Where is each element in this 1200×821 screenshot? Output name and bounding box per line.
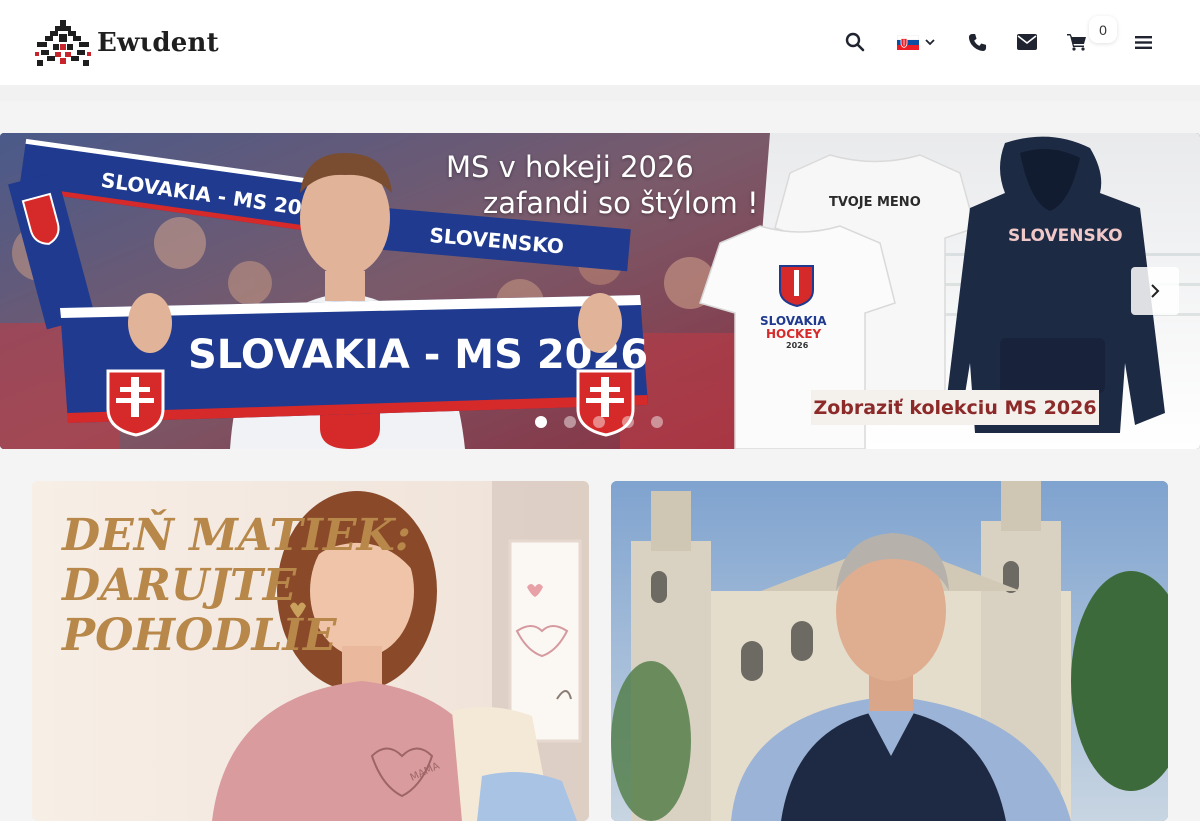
logo-text: Ewιdent xyxy=(97,28,219,58)
mothers-day-banner[interactable]: MAMA DEŇ MATIEK: DARUJTE POHODLIE xyxy=(32,481,589,821)
flag-sk-icon xyxy=(897,34,919,50)
menu-button[interactable] xyxy=(1129,28,1157,56)
cart-icon xyxy=(1067,34,1086,51)
site-header: Ewιdent 0 xyxy=(0,0,1200,85)
header-subbar xyxy=(0,85,1200,101)
hero-subtitle: zafandi so štýlom ! xyxy=(483,186,759,220)
logo[interactable]: Ewιdent xyxy=(33,18,219,68)
search-icon xyxy=(845,32,865,52)
mothers-day-line-3: POHODLIE xyxy=(62,610,337,661)
slider-dot-5[interactable] xyxy=(651,416,663,428)
chevron-right-icon xyxy=(1151,284,1160,298)
slider-dot-4[interactable] xyxy=(622,416,634,428)
hoodie-text: SLOVENSKO xyxy=(1008,226,1123,246)
slider-dots xyxy=(535,416,663,428)
envelope-icon xyxy=(1017,34,1037,50)
slider-next-button[interactable] xyxy=(1131,267,1179,315)
slider-dot-1[interactable] xyxy=(535,416,547,428)
slider-dot-3[interactable] xyxy=(593,416,605,428)
folk-ornament-logo-icon xyxy=(35,20,91,66)
hero-cta-button[interactable]: Zobraziť kolekciu MS 2026 xyxy=(811,390,1099,425)
search-button[interactable] xyxy=(841,28,869,56)
phone-button[interactable] xyxy=(963,28,991,56)
chevron-down-icon xyxy=(925,39,935,46)
mothers-day-line-2: DARUJTE xyxy=(62,560,297,611)
svg-text:HOCKEY: HOCKEY xyxy=(766,327,822,341)
mothers-day-headline: DEŇ MATIEK: DARUJTE POHODLIE xyxy=(62,511,411,661)
svg-text:SLOVAKIA: SLOVAKIA xyxy=(760,314,827,328)
slider-dot-2[interactable] xyxy=(564,416,576,428)
cart-button[interactable] xyxy=(1063,28,1091,56)
menu-icon xyxy=(1134,35,1152,49)
mens-fashion-banner[interactable] xyxy=(611,481,1168,821)
tshirt-name-text: TVOJE MENO xyxy=(829,195,921,210)
cart-count-badge: 0 xyxy=(1089,16,1117,43)
email-button[interactable] xyxy=(1013,28,1041,56)
svg-text:2026: 2026 xyxy=(786,341,809,350)
mens-fashion-image xyxy=(611,481,1168,821)
hero-title: MS v hokeji 2026 xyxy=(446,150,694,184)
phone-icon xyxy=(968,33,986,51)
language-selector[interactable] xyxy=(895,28,937,56)
mothers-day-line-1: DEŇ MATIEK: xyxy=(62,510,412,561)
